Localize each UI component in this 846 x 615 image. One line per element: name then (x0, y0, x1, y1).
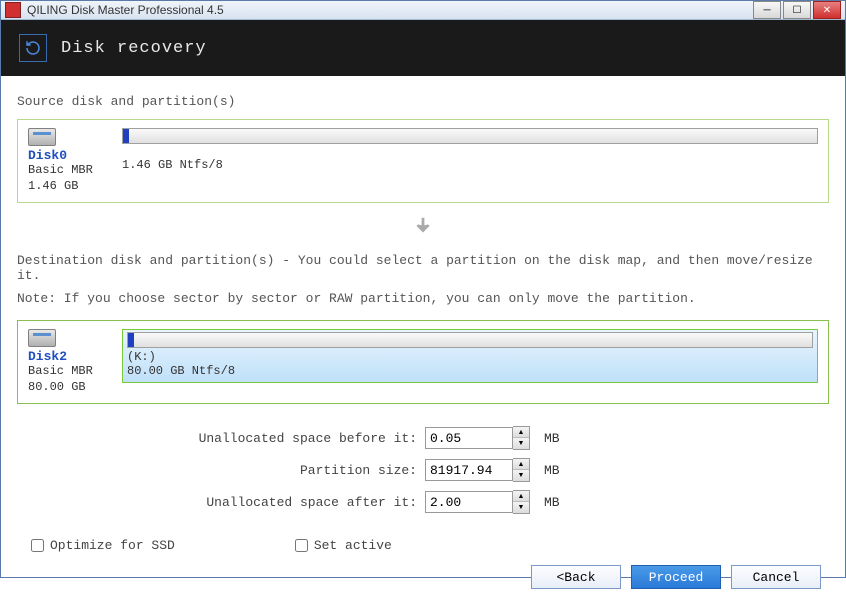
size-up-button[interactable]: ▲ (513, 459, 529, 470)
options-row: Optimize for SSD Set active (17, 538, 829, 553)
ssd-checkbox-wrap[interactable]: Optimize for SSD (31, 538, 175, 553)
proceed-button[interactable]: Proceed (631, 565, 721, 589)
dest-disk-type: Basic MBR (28, 364, 108, 380)
dest-section-label: Destination disk and partition(s) - You … (17, 253, 829, 283)
before-down-button[interactable]: ▼ (513, 438, 529, 449)
recovery-icon (19, 34, 47, 62)
size-input[interactable] (425, 459, 513, 481)
source-disk-size: 1.46 GB (28, 179, 108, 195)
ssd-label: Optimize for SSD (50, 538, 175, 553)
disk-icon (28, 128, 56, 146)
param-row-before: Unallocated space before it: ▲ ▼ MB (17, 426, 560, 450)
source-partition-label: 1.46 GB Ntfs/8 (122, 158, 818, 172)
after-spinner: ▲ ▼ (425, 490, 530, 514)
unit-label: MB (544, 431, 560, 446)
window-title: QILING Disk Master Professional 4.5 (27, 3, 753, 17)
cancel-button[interactable]: Cancel (731, 565, 821, 589)
after-label: Unallocated space after it: (17, 495, 417, 510)
footer-buttons: <Back Proceed Cancel (17, 553, 829, 603)
dest-partition-bar[interactable] (127, 332, 813, 348)
dest-disk-name: Disk2 (28, 349, 108, 364)
source-section-label: Source disk and partition(s) (17, 94, 829, 109)
source-disk-block: Disk0 Basic MBR 1.46 GB 1.46 GB Ntfs/8 (17, 119, 829, 203)
app-icon (5, 2, 21, 18)
window-controls: ─ ☐ ✕ (753, 1, 841, 19)
before-spinner: ▲ ▼ (425, 426, 530, 450)
active-checkbox[interactable] (295, 539, 308, 552)
unit-label: MB (544, 495, 560, 510)
source-partition-map: 1.46 GB Ntfs/8 (122, 128, 818, 172)
size-label: Partition size: (17, 463, 417, 478)
unit-label: MB (544, 463, 560, 478)
size-down-button[interactable]: ▼ (513, 470, 529, 481)
source-disk-type: Basic MBR (28, 163, 108, 179)
dest-partition-label: 80.00 GB Ntfs/8 (127, 364, 813, 378)
dest-drive-letter: (K:) (127, 350, 813, 364)
active-checkbox-wrap[interactable]: Set active (295, 538, 392, 553)
page-header: Disk recovery (1, 20, 845, 76)
content-area: Source disk and partition(s) Disk0 Basic… (1, 76, 845, 615)
dest-note: Note: If you choose sector by sector or … (17, 291, 829, 306)
dest-disk-info: Disk2 Basic MBR 80.00 GB (28, 329, 108, 395)
param-row-after: Unallocated space after it: ▲ ▼ MB (17, 490, 560, 514)
dest-partition-map[interactable]: (K:) 80.00 GB Ntfs/8 (122, 329, 818, 383)
back-button[interactable]: <Back (531, 565, 621, 589)
ssd-checkbox[interactable] (31, 539, 44, 552)
resize-params: Unallocated space before it: ▲ ▼ MB Part… (17, 426, 829, 514)
source-partition-bar[interactable] (122, 128, 818, 144)
before-label: Unallocated space before it: (17, 431, 417, 446)
app-window: QILING Disk Master Professional 4.5 ─ ☐ … (0, 0, 846, 578)
size-spinner: ▲ ▼ (425, 458, 530, 482)
after-down-button[interactable]: ▼ (513, 502, 529, 513)
disk-icon (28, 329, 56, 347)
page-title: Disk recovery (61, 39, 207, 58)
dest-disk-block: Disk2 Basic MBR 80.00 GB (K:) 80.00 GB N… (17, 320, 829, 404)
before-up-button[interactable]: ▲ (513, 427, 529, 438)
before-input[interactable] (425, 427, 513, 449)
param-row-size: Partition size: ▲ ▼ MB (17, 458, 560, 482)
close-button[interactable]: ✕ (813, 1, 841, 19)
minimize-button[interactable]: ─ (753, 1, 781, 19)
maximize-button[interactable]: ☐ (783, 1, 811, 19)
source-disk-info: Disk0 Basic MBR 1.46 GB (28, 128, 108, 194)
arrow-down-icon (17, 215, 829, 241)
source-disk-name: Disk0 (28, 148, 108, 163)
after-input[interactable] (425, 491, 513, 513)
after-up-button[interactable]: ▲ (513, 491, 529, 502)
titlebar: QILING Disk Master Professional 4.5 ─ ☐ … (1, 1, 845, 20)
dest-disk-size: 80.00 GB (28, 380, 108, 396)
active-label: Set active (314, 538, 392, 553)
